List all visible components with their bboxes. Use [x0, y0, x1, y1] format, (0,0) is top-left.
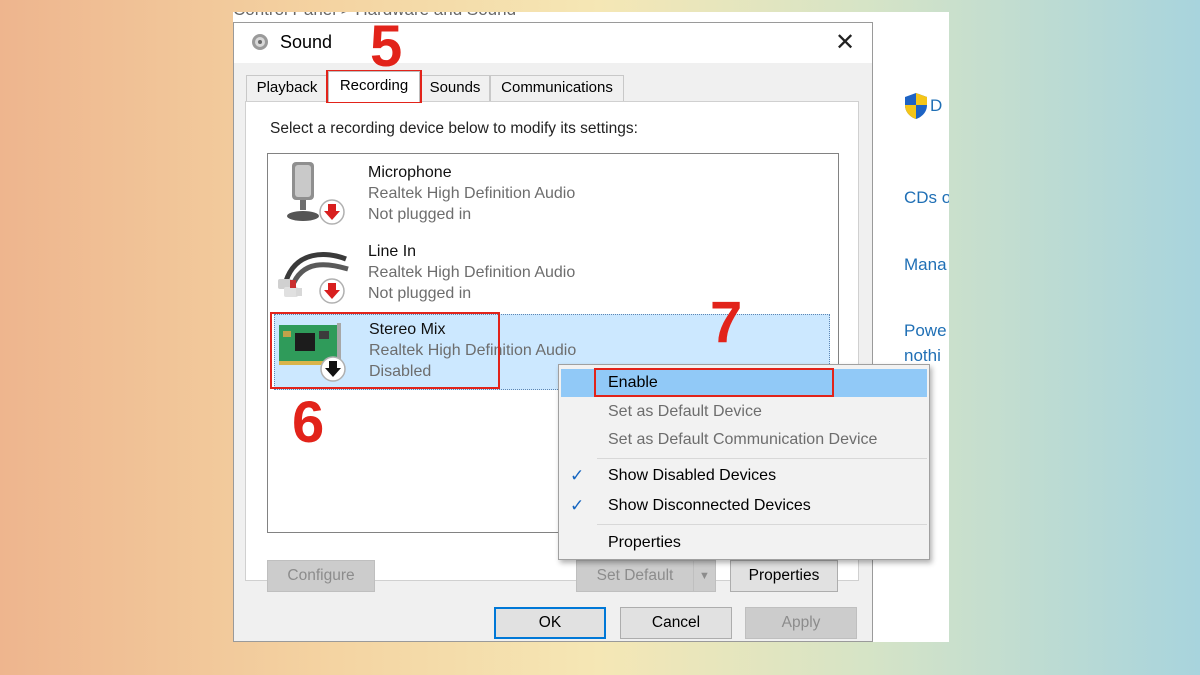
speaker-icon: [252, 34, 268, 50]
tab-playback[interactable]: Playback: [246, 75, 328, 101]
right-link-cds[interactable]: CDs o: [904, 188, 949, 208]
right-link-power[interactable]: Powe: [904, 321, 947, 341]
checkmark-icon: ✓: [570, 466, 585, 485]
menu-item-set-default-device[interactable]: Set as Default Device: [561, 398, 927, 426]
microphone-icon: [287, 162, 345, 225]
step-number-7: 7: [710, 290, 743, 355]
menu-item-set-default-communication[interactable]: Set as Default Communication Device: [561, 426, 927, 454]
menu-item-label: Set as Default Communication Device: [608, 431, 878, 448]
uac-shield-icon: [905, 93, 927, 119]
menu-item-properties[interactable]: Properties: [561, 529, 927, 557]
device-name: Microphone: [368, 164, 452, 181]
set-default-button[interactable]: Set Default ▼: [576, 560, 716, 592]
menu-item-label: Set as Default Device: [608, 403, 762, 420]
highlight-box-enable: [594, 368, 834, 397]
device-properties-button[interactable]: Properties: [730, 560, 838, 592]
menu-item-label: Show Disconnected Devices: [608, 497, 811, 514]
right-link-manage[interactable]: Mana: [904, 255, 947, 275]
tab-recording[interactable]: Recording: [328, 71, 420, 102]
set-default-label: Set Default: [596, 567, 674, 584]
apply-button[interactable]: Apply: [745, 607, 857, 639]
tab-communications[interactable]: Communications: [490, 75, 624, 101]
device-status: Not plugged in: [368, 206, 472, 223]
step-number-5: 5: [370, 14, 403, 79]
menu-item-label: Show Disabled Devices: [608, 467, 777, 484]
menu-item-show-disconnected[interactable]: ✓ Show Disconnected Devices: [561, 492, 927, 520]
device-name: Line In: [368, 243, 417, 260]
highlight-box-stereo-mix: [270, 312, 500, 389]
device-line-in[interactable]: Line In Realtek High Definition Audio No…: [274, 237, 830, 313]
instruction-text: Select a recording device below to modif…: [270, 120, 638, 137]
right-link-d[interactable]: D: [930, 96, 942, 116]
tab-sounds[interactable]: Sounds: [420, 75, 490, 101]
device-microphone[interactable]: Microphone Realtek High Definition Audio…: [274, 158, 830, 234]
menu-item-label: Properties: [608, 534, 681, 551]
dialog-title: Sound: [280, 32, 333, 52]
title-bar[interactable]: Sound ✕: [234, 23, 872, 63]
close-button[interactable]: ✕: [830, 29, 860, 57]
right-link-nothing[interactable]: nothi: [904, 346, 941, 366]
device-status: Not plugged in: [368, 285, 472, 302]
device-driver: Realtek High Definition Audio: [368, 185, 576, 202]
device-driver: Realtek High Definition Audio: [368, 264, 576, 281]
line-in-cable-icon: [278, 252, 349, 304]
menu-item-show-disabled[interactable]: ✓ Show Disabled Devices: [561, 462, 927, 490]
menu-separator: [597, 458, 927, 459]
configure-button[interactable]: Configure: [267, 560, 375, 592]
ok-button[interactable]: OK: [494, 607, 606, 639]
cancel-button[interactable]: Cancel: [620, 607, 732, 639]
menu-separator: [597, 524, 927, 525]
step-number-6: 6: [292, 390, 325, 455]
checkmark-icon: ✓: [570, 496, 585, 515]
chevron-down-icon[interactable]: ▼: [693, 561, 715, 591]
